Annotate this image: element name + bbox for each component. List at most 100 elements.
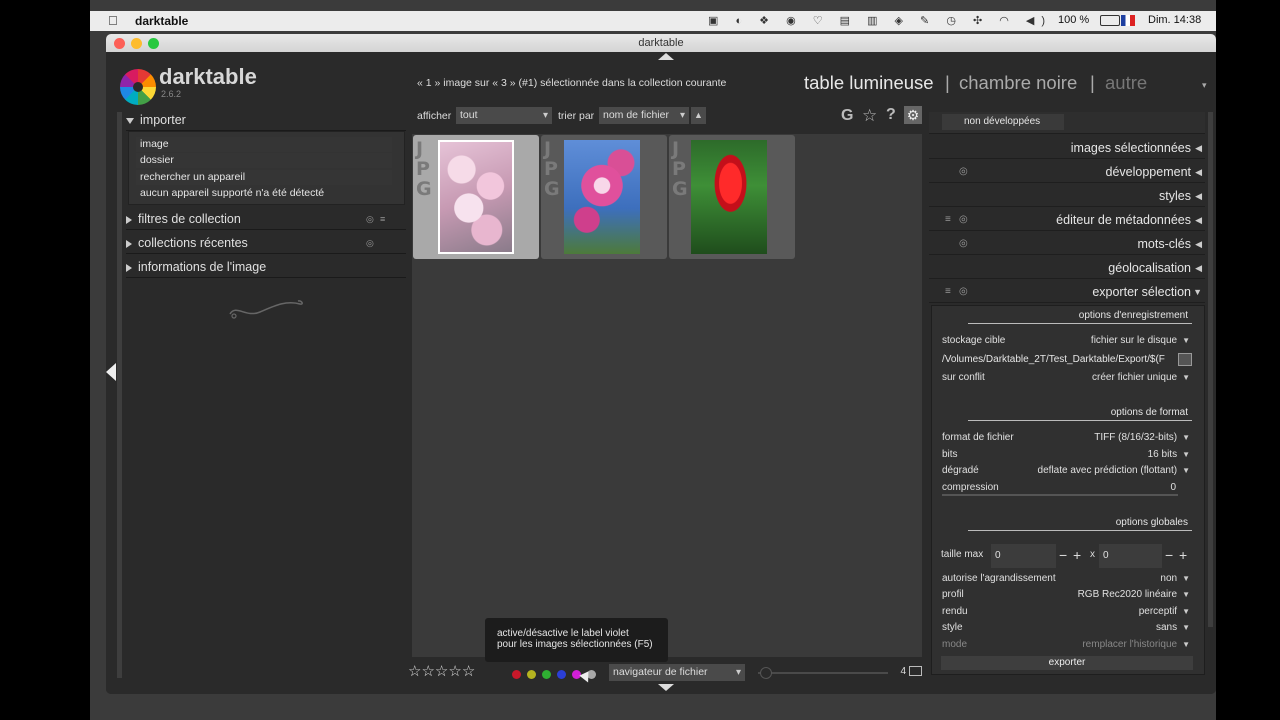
apple-icon[interactable]:  xyxy=(108,13,118,28)
import-image-button[interactable]: image xyxy=(136,137,392,152)
tooltip: active/désactive le label violet pour le… xyxy=(485,618,668,662)
style-label: style xyxy=(942,622,963,633)
zoom-window-button[interactable] xyxy=(148,38,159,49)
star-2-icon[interactable]: ☆ xyxy=(421,663,434,680)
grouping-button[interactable]: G xyxy=(841,107,853,125)
bottom-panel-toggle-icon[interactable] xyxy=(658,684,674,691)
right-scrollbar[interactable] xyxy=(1208,112,1213,627)
bits-label: bits xyxy=(942,449,958,460)
presets-icon[interactable]: ≡ xyxy=(380,214,385,224)
folder-browse-icon[interactable] xyxy=(1178,353,1192,366)
yellow-label-icon[interactable] xyxy=(527,670,536,679)
preferences-gear-icon[interactable]: ⚙ xyxy=(904,106,922,124)
photo-cherry-blossom[interactable] xyxy=(438,140,514,254)
zoom-slider-handle[interactable] xyxy=(760,667,772,679)
fullscreen-preview-icon[interactable] xyxy=(909,666,922,676)
thumbnail-2[interactable]: JPG xyxy=(541,135,667,259)
status-icons[interactable]: ▣ ◐ ❖ ◉ ♡ ▤ ▥ ◈ ✎ ◷ ✣ ◠ ◀) xyxy=(708,14,1052,27)
intent-label: rendu xyxy=(942,606,968,617)
zoom-slider[interactable] xyxy=(758,672,888,674)
app-name: darktable xyxy=(159,64,257,89)
show-label: afficher xyxy=(417,110,452,122)
green-label-icon[interactable] xyxy=(542,670,551,679)
thumbnail-3[interactable]: JPG xyxy=(669,135,795,259)
view-separator: | xyxy=(1090,72,1095,93)
max-height-increment[interactable]: + xyxy=(1179,547,1187,563)
reset-icon[interactable]: ◎ xyxy=(366,238,374,249)
compression-slider[interactable] xyxy=(942,494,1178,496)
max-width-input[interactable]: 0 xyxy=(991,544,1056,568)
left-scrollbar[interactable] xyxy=(117,112,122,678)
compression-label: compression xyxy=(942,482,999,493)
sort-by-select[interactable]: nom de fichier xyxy=(599,107,689,124)
view-other[interactable]: autre xyxy=(1105,72,1147,94)
star-overlay-icon[interactable]: ☆ xyxy=(862,106,877,126)
selected-images-header[interactable]: images sélectionnées ◀ xyxy=(929,137,1205,159)
help-icon[interactable]: ? xyxy=(886,106,896,124)
recent-collections-header[interactable]: collections récentes xyxy=(126,232,406,254)
close-window-button[interactable] xyxy=(114,38,125,49)
scan-devices-button[interactable]: rechercher un appareil xyxy=(136,170,392,185)
photo-magnolia[interactable] xyxy=(564,140,640,254)
storage-options-title: options d'enregistrement xyxy=(968,310,1192,324)
mode-select[interactable]: remplacer l'historique ▼ xyxy=(1082,639,1190,650)
battery-icon[interactable] xyxy=(1100,15,1120,26)
geotagging-header[interactable]: géolocalisation ◀ xyxy=(929,257,1205,279)
max-width-decrement[interactable]: − xyxy=(1059,547,1067,563)
file-format-select[interactable]: TIFF (8/16/32-bits) ▼ xyxy=(1094,432,1190,443)
minimize-window-button[interactable] xyxy=(131,38,142,49)
export-path-input[interactable]: /Volumes/Darktable_2T/Test_Darktable/Exp… xyxy=(942,352,1174,367)
bits-select[interactable]: 16 bits ▼ xyxy=(1148,449,1190,460)
window-title: darktable xyxy=(638,37,684,49)
photo-red-tulip[interactable] xyxy=(691,140,767,254)
on-conflict-select[interactable]: créer fichier unique ▼ xyxy=(1092,372,1190,383)
red-label-icon[interactable] xyxy=(512,670,521,679)
image-information-header[interactable]: informations de l'image xyxy=(126,256,406,278)
filter-undeveloped[interactable]: non développées xyxy=(942,114,1064,130)
blue-label-icon[interactable] xyxy=(557,670,566,679)
thumbnail-1[interactable]: JPG xyxy=(413,135,539,259)
global-options-title: options globales xyxy=(968,517,1192,531)
collapsed-arrow-icon xyxy=(126,239,132,248)
window-titlebar: darktable xyxy=(106,34,1216,52)
sort-ascending-button[interactable]: ▲ xyxy=(691,107,706,124)
export-button[interactable]: exporter xyxy=(941,656,1193,670)
menubar-clock[interactable]: Dim. 14:38 xyxy=(1148,14,1201,26)
max-height-decrement[interactable]: − xyxy=(1165,547,1173,563)
mode-label: mode xyxy=(942,639,968,650)
on-conflict-label: sur conflit xyxy=(942,372,985,383)
compression-type-select[interactable]: deflate avec prédiction (flottant) ▼ xyxy=(1038,465,1190,476)
profile-select[interactable]: RGB Rec2020 linéaire ▼ xyxy=(1078,589,1190,600)
intent-select[interactable]: perceptif ▼ xyxy=(1139,606,1190,617)
view-lighttable[interactable]: table lumineuse xyxy=(804,72,934,94)
history-stack-header[interactable]: ◎ développement ◀ xyxy=(929,161,1205,183)
import-section-header[interactable]: importer xyxy=(126,109,406,131)
views-dropdown-icon[interactable]: ▾ xyxy=(1202,80,1207,91)
max-width-increment[interactable]: + xyxy=(1073,547,1081,563)
star-3-icon[interactable]: ☆ xyxy=(435,663,448,680)
layout-select[interactable]: navigateur de fichier xyxy=(609,664,745,681)
max-height-input[interactable]: 0 xyxy=(1099,544,1162,568)
no-device-message: aucun appareil supporté n'a été détecté xyxy=(140,187,325,199)
import-folder-button[interactable]: dossier xyxy=(136,153,392,168)
zoom-count-input[interactable]: 4 xyxy=(890,666,906,677)
show-filter-select[interactable]: tout xyxy=(456,107,552,124)
star-5-icon[interactable]: ☆ xyxy=(462,663,475,680)
top-panel-toggle-icon[interactable] xyxy=(658,53,674,60)
styles-header[interactable]: styles ◀ xyxy=(929,185,1205,207)
left-panel-toggle-icon[interactable] xyxy=(106,363,116,381)
star-4-icon[interactable]: ☆ xyxy=(448,663,461,680)
metadata-editor-header[interactable]: ≡ ◎ éditeur de métadonnées ◀ xyxy=(929,209,1205,231)
star-1-icon[interactable]: ☆ xyxy=(408,663,421,680)
reset-icon[interactable]: ◎ xyxy=(366,214,374,225)
battery-percent: 100 % xyxy=(1058,14,1090,26)
allow-upscaling-select[interactable]: non ▼ xyxy=(1160,573,1190,584)
view-darkroom[interactable]: chambre noire xyxy=(959,72,1077,94)
collection-filters-header[interactable]: filtres de collection xyxy=(126,208,406,230)
tagging-header[interactable]: ◎ mots-clés ◀ xyxy=(929,233,1205,255)
style-select[interactable]: sans ▼ xyxy=(1156,622,1190,633)
storage-select[interactable]: fichier sur le disque ▼ xyxy=(1091,335,1190,346)
export-selected-header[interactable]: ≡ ◎ exporter sélection ▼ xyxy=(929,281,1205,303)
menubar-app-name[interactable]: darktable xyxy=(135,14,188,28)
flag-fr-icon[interactable] xyxy=(1121,15,1135,26)
